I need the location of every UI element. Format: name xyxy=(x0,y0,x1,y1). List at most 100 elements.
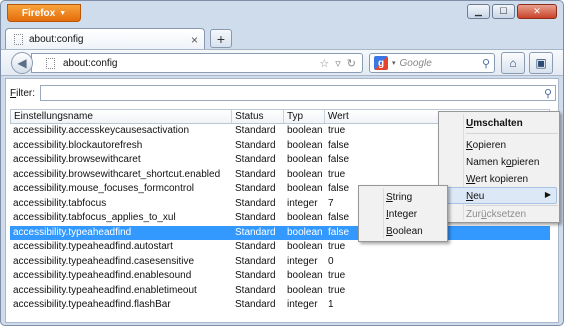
navigation-toolbar: about:config ☆ ▿ ↻ ◀ g ▾ Google ⚲ ⌂ ▣ xyxy=(1,49,563,76)
pref-value: 0 xyxy=(328,255,334,267)
menu-gutter xyxy=(463,114,464,220)
pref-name: accessibility.typeaheadfind.enablesound xyxy=(13,270,192,281)
reload-icon[interactable]: ↻ xyxy=(347,57,356,70)
pref-type: integer xyxy=(287,197,318,209)
menu-item-copy-name[interactable]: Namen kopieren xyxy=(466,155,539,170)
minimize-icon: ▁ xyxy=(475,6,482,16)
pref-status: Standard xyxy=(235,270,276,281)
close-window-button[interactable]: ✕ xyxy=(517,4,557,19)
submenu-item-string[interactable]: String xyxy=(386,190,412,205)
search-icon: ⚲ xyxy=(543,88,552,100)
pref-status: Standard xyxy=(235,284,276,296)
minimize-button[interactable]: ▁ xyxy=(467,4,490,19)
url-text: about:config xyxy=(63,57,118,69)
pref-name: accessibility.browsewithcaret xyxy=(13,154,141,165)
new-submenu: String Integer Boolean xyxy=(358,185,448,242)
google-icon[interactable]: g xyxy=(374,56,388,70)
page-icon xyxy=(14,34,23,45)
maximize-icon: ☐ xyxy=(499,6,508,16)
pref-type: boolean xyxy=(287,168,323,180)
plus-icon: + xyxy=(216,30,226,47)
submenu-item-boolean[interactable]: Boolean xyxy=(386,224,423,239)
pref-value: true xyxy=(328,241,346,252)
dropdown-icon[interactable]: ▿ xyxy=(335,57,341,70)
pref-type: boolean xyxy=(287,284,323,296)
bookmark-star-icon[interactable]: ☆ xyxy=(319,57,329,70)
pref-name: accessibility.accesskeycausesactivation xyxy=(13,125,190,136)
maximize-button[interactable]: ☐ xyxy=(492,4,515,19)
pref-name: accessibility.browsewithcaret_shortcut.e… xyxy=(13,168,221,180)
tab-about-config[interactable]: about:config × xyxy=(5,28,205,50)
url-bar-icons: ☆ ▿ ↻ xyxy=(319,57,356,70)
pref-status: Standard xyxy=(235,168,276,180)
table-row[interactable]: accessibility.typeaheadfind.enabletimeou… xyxy=(10,284,550,299)
pref-name: accessibility.tabfocus xyxy=(13,197,107,209)
pref-value: true xyxy=(328,270,346,281)
pref-value: 1 xyxy=(328,299,334,310)
table-row[interactable]: accessibility.typeaheadfind.flashBar Stan… xyxy=(10,298,550,313)
pref-name: accessibility.typeaheadfind xyxy=(13,226,132,238)
pref-type: boolean xyxy=(287,241,323,252)
table-row[interactable]: accessibility.typeaheadfind.enablesound S… xyxy=(10,269,550,284)
window-controls: ▁ ☐ ✕ xyxy=(467,4,557,19)
pref-type: boolean xyxy=(287,270,323,281)
tab-title: about:config xyxy=(29,34,84,45)
menu-item-copy-value[interactable]: Wert kopieren xyxy=(466,172,528,187)
column-header-type[interactable]: Typ xyxy=(284,110,325,123)
filter-input[interactable]: ⚲ xyxy=(40,85,556,101)
pref-type: boolean xyxy=(287,139,323,151)
new-tab-button[interactable]: + xyxy=(210,29,232,48)
pref-status: Standard xyxy=(235,125,276,136)
table-row[interactable]: accessibility.typeaheadfind.casesensitiv… xyxy=(10,255,550,270)
menu-gutter xyxy=(383,188,384,239)
context-menu: Umschalten Kopieren Namen kopieren Wert … xyxy=(438,111,560,223)
search-bar[interactable]: g ▾ Google ⚲ xyxy=(369,53,495,73)
column-header-name[interactable]: Einstellungsname xyxy=(11,110,233,123)
search-icon[interactable]: ⚲ xyxy=(482,57,494,70)
bookmarks-menu-button[interactable]: ▣ xyxy=(529,52,553,74)
menu-item-copy[interactable]: Kopieren xyxy=(466,138,506,153)
table-row[interactable]: accessibility.typeaheadfind Standard boole… xyxy=(10,225,550,240)
pref-type: boolean xyxy=(287,183,323,194)
pref-value: true xyxy=(328,284,346,296)
submenu-item-integer[interactable]: Integer xyxy=(386,207,417,222)
tab-close-icon[interactable]: × xyxy=(191,33,204,47)
back-button[interactable]: ◀ xyxy=(11,52,33,74)
pref-type: boolean xyxy=(287,154,323,165)
pref-name: accessibility.typeaheadfind.autostart xyxy=(13,241,173,252)
filter-label: Filter: xyxy=(10,87,36,99)
pref-name: accessibility.mouse_focuses_formcontrol xyxy=(13,183,195,194)
pref-name: accessibility.blockautorefresh xyxy=(13,139,143,151)
pref-type: integer xyxy=(287,299,318,310)
pref-status: Standard xyxy=(235,212,276,223)
url-bar[interactable]: about:config ☆ ▿ ↻ xyxy=(31,53,363,73)
table-row[interactable]: accessibility.typeaheadfind.autostart Sta… xyxy=(10,240,550,255)
menu-item-reset: Zurücksetzen xyxy=(466,209,527,220)
pref-type: boolean xyxy=(287,226,323,238)
pref-type: boolean xyxy=(287,212,323,223)
firefox-menu-button[interactable]: Firefox ▼ xyxy=(7,4,81,22)
browser-window: Firefox ▼ ▁ ☐ ✕ about:config × + about:c… xyxy=(0,0,564,326)
menu-divider xyxy=(466,205,558,206)
menu-item-new[interactable]: Neu xyxy=(466,189,484,204)
pref-name: accessibility.typeaheadfind.casesensitiv… xyxy=(13,255,195,267)
pref-status: Standard xyxy=(235,255,276,267)
search-engine-dropdown-icon[interactable]: ▾ xyxy=(392,59,396,67)
pref-status: Standard xyxy=(235,197,276,209)
pref-status: Standard xyxy=(235,299,276,310)
home-button[interactable]: ⌂ xyxy=(501,52,525,74)
pref-type: integer xyxy=(287,255,318,267)
pref-name: accessibility.typeaheadfind.flashBar xyxy=(13,299,171,310)
pref-status: Standard xyxy=(235,154,276,165)
pref-type: boolean xyxy=(287,125,323,136)
chevron-down-icon: ▼ xyxy=(59,9,67,17)
firefox-menu-label: Firefox xyxy=(21,7,56,19)
close-icon: ✕ xyxy=(533,6,541,16)
home-icon: ⌂ xyxy=(509,56,517,70)
back-arrow-icon: ◀ xyxy=(17,56,27,70)
search-placeholder: Google xyxy=(399,57,432,69)
column-header-status[interactable]: Status xyxy=(232,110,284,123)
submenu-arrow-icon: ▶ xyxy=(544,190,551,199)
pref-status: Standard xyxy=(235,183,276,194)
menu-item-toggle[interactable]: Umschalten xyxy=(466,116,523,131)
